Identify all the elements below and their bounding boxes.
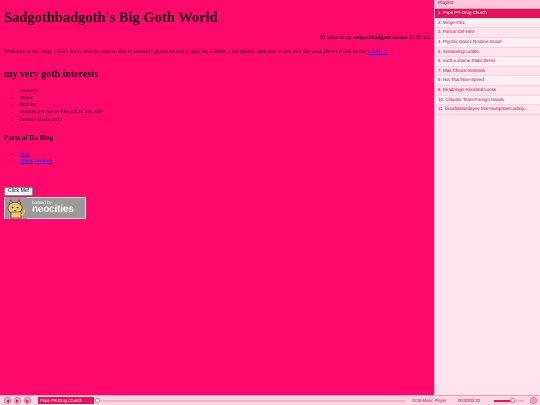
- playlist-item[interactable]: 8. Not That Nice-Speed: [435, 76, 540, 87]
- list-item: music reviews: [20, 158, 430, 165]
- list-item: concerts: [20, 88, 430, 95]
- page-content: Sadgothbadgoth's Big Goth World !!! what…: [0, 0, 434, 395]
- music-player-bar: ◀ ▶ ▶ Pope PR-Drug Church SCM Music Play…: [0, 395, 540, 405]
- playlist-item[interactable]: 10. Chlorine Tears-Foreign Hands: [435, 95, 540, 106]
- interests-heading: my very goth interests: [4, 68, 99, 80]
- page-title: Sadgothbadgoth's Big Goth World: [4, 10, 218, 26]
- playlist-item[interactable]: 1. Pope PR-Drug Church: [435, 9, 540, 19]
- seek-bar[interactable]: [96, 399, 406, 402]
- playlist-item[interactable]: 11. bloodstainedeyes-SeeYouSpaceCowboy..…: [435, 105, 540, 116]
- interests-list: concerts music fashion movies but not in…: [4, 88, 430, 124]
- playlist-item[interactable]: 3. Poison Girl-HIM: [435, 28, 540, 38]
- volume-knob[interactable]: [510, 397, 515, 403]
- playlist-item[interactable]: 2. Minge-GEL: [435, 18, 540, 29]
- playlist-panel: Playlist 1. Pope PR-Drug Church 2. Minge…: [434, 0, 540, 395]
- playlist-item[interactable]: 5. Screaming-Loathe: [435, 48, 540, 58]
- tumblr-link[interactable]: tumblr :): [368, 49, 388, 55]
- next-icon[interactable]: ▶: [24, 397, 31, 404]
- list-item: blog: [20, 151, 430, 158]
- now-playing-title: Pope PR-Drug Church: [38, 397, 94, 404]
- list-item: movies but not in like a film bro way: [20, 109, 430, 116]
- welcome-paragraph: Welcome to my blog! I don't know how to …: [4, 49, 430, 57]
- player-name-label: SCM Music Player: [412, 398, 447, 403]
- list-item: books? kinda sorta: [20, 117, 430, 124]
- playlist-list: 1. Pope PR-Drug Church 2. Minge-GEL 3. P…: [435, 9, 540, 116]
- volume-slider[interactable]: [494, 399, 524, 402]
- badge-big-text: neocities: [32, 204, 74, 216]
- playlist-toggle-icon[interactable]: ≡: [530, 397, 537, 404]
- neocities-cat-icon: [5, 196, 27, 219]
- click-me-button[interactable]: Click Me!: [4, 186, 34, 196]
- blog-link[interactable]: blog: [20, 151, 30, 157]
- playlist-header: Playlist: [435, 0, 540, 9]
- playlist-item[interactable]: 9. Deadringer-Knocked Loose: [435, 86, 540, 96]
- neocities-badge[interactable]: hosted by neocities: [4, 196, 86, 219]
- music-reviews-link[interactable]: music reviews: [20, 158, 52, 164]
- seek-knob[interactable]: [95, 397, 100, 403]
- list-item: music: [20, 95, 430, 102]
- playlist-item[interactable]: 7. Was Choice-Xvolomb: [435, 67, 540, 77]
- playlist-item[interactable]: 6. such.a.shame-Static Dress: [435, 57, 540, 67]
- play-icon[interactable]: ▶: [14, 397, 21, 404]
- playlist-item[interactable]: 4. Psychic Dance Routine-Scowl: [435, 37, 540, 48]
- welcome-text: Welcome to my blog! I don't know how to …: [4, 49, 367, 55]
- previous-icon[interactable]: ◀: [4, 397, 11, 404]
- time-readout: 00:00/02:32: [458, 398, 481, 403]
- parts-list: blog music reviews: [4, 151, 430, 166]
- parts-heading: Parts of Da Blog: [4, 133, 54, 142]
- marquee-text: !!! what is up sadgothbadgoth nation !!!…: [319, 35, 430, 41]
